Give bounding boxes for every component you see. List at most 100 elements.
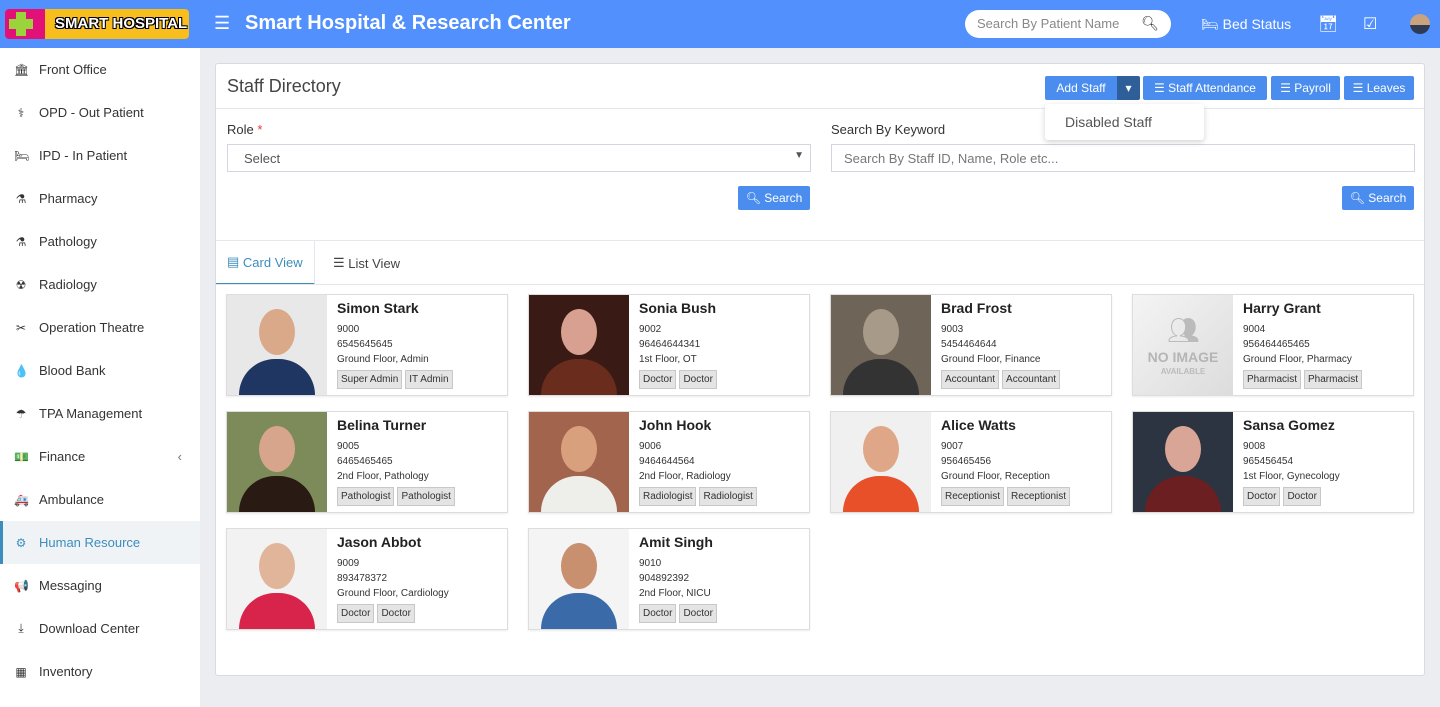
logo[interactable]: SMART HOSPITAL — [5, 9, 189, 39]
staff-name[interactable]: John Hook — [639, 417, 757, 439]
leaves-button[interactable]: ☰ Leaves — [1344, 76, 1414, 100]
page-title: Staff Directory — [227, 76, 341, 97]
staff-photo[interactable] — [529, 529, 629, 629]
role-badge: Receptionist — [1007, 487, 1070, 506]
sidebar-item-inventory[interactable]: ▦Inventory — [0, 650, 200, 693]
staff-photo[interactable] — [529, 412, 629, 512]
sidebar-icon: ⤓ — [14, 621, 28, 636]
role-badge: IT Admin — [405, 370, 452, 389]
role-badge: Doctor — [1283, 487, 1320, 506]
tab-card-view[interactable]: ▤ Card View — [216, 241, 315, 285]
keyword-search-button[interactable]: 🔍︎ Search — [1342, 186, 1414, 210]
staff-photo[interactable] — [1133, 412, 1233, 512]
search-icon[interactable]: 🔍︎ — [1141, 15, 1159, 32]
caret-down-icon: ▾ — [1125, 81, 1131, 95]
bed-status-button[interactable]: 🛏︎ Bed Status — [1201, 16, 1291, 33]
sidebar-item-front-office[interactable]: 🏛Front Office — [0, 48, 200, 91]
sidebar-icon: ⚕ — [14, 106, 28, 120]
staff-card[interactable]: Sansa Gomez90089654564541st Floor, Gynec… — [1132, 411, 1414, 513]
staff-name[interactable]: Jason Abbot — [337, 534, 449, 556]
sidebar-item-messaging[interactable]: 📢Messaging — [0, 564, 200, 607]
staff-card[interactable]: Jason Abbot9009893478372Ground Floor, Ca… — [226, 528, 508, 630]
staff-photo[interactable] — [529, 295, 629, 395]
search-label: Search — [764, 191, 802, 205]
role-badge: Pathologist — [337, 487, 394, 506]
patient-search: 🔍︎ — [965, 10, 1171, 38]
staff-name[interactable]: Brad Frost — [941, 300, 1060, 322]
staff-id: 9010 — [639, 556, 717, 571]
top-navbar: SMART HOSPITAL ☰ Smart Hospital & Resear… — [0, 0, 1440, 48]
staff-photo[interactable] — [227, 529, 327, 629]
staff-attendance-button[interactable]: ☰ Staff Attendance — [1143, 76, 1267, 100]
staff-location: Ground Floor, Reception — [941, 469, 1070, 484]
sidebar-item-ambulance[interactable]: 🚑Ambulance — [0, 478, 200, 521]
role-badge: Doctor — [377, 604, 414, 623]
payroll-label: Payroll — [1294, 81, 1331, 95]
staff-phone: 904892392 — [639, 571, 717, 586]
sidebar-item-blood-bank[interactable]: 💧Blood Bank — [0, 349, 200, 392]
add-staff-dropdown-toggle[interactable]: ▾ — [1117, 76, 1140, 100]
sidebar-item-operation-theatre[interactable]: ✂ Operation Theatre — [0, 306, 200, 349]
role-search-button[interactable]: 🔍︎ Search — [738, 186, 810, 210]
staff-id: 9003 — [941, 322, 1060, 337]
hamburger-menu-icon[interactable]: ☰ — [214, 13, 230, 34]
sidebar-item-label: Pharmacy — [39, 191, 98, 206]
staff-card[interactable]: John Hook900694646445642nd Floor, Radiol… — [528, 411, 810, 513]
staff-card[interactable]: 👥︎NO IMAGEAVAILABLEHarry Grant9004956464… — [1132, 294, 1414, 396]
keyword-search-input[interactable] — [831, 144, 1415, 172]
sidebar-item-pharmacy[interactable]: ⚗Pharmacy — [0, 177, 200, 220]
staff-directory-panel: Staff Directory Add Staff ▾ ☰ Staff Atte… — [215, 63, 1425, 676]
sidebar-item-finance[interactable]: 💵Finance‹ — [0, 435, 200, 478]
search-icon: 🔍︎ — [746, 191, 761, 205]
sidebar-item-label: OPD - Out Patient — [39, 105, 144, 120]
required-marker: * — [257, 122, 262, 137]
payroll-button[interactable]: ☰ Payroll — [1271, 76, 1340, 100]
sidebar-icon: ⚙ — [14, 536, 28, 550]
sidebar-icon: ✂ — [14, 321, 28, 335]
staff-card[interactable]: Amit Singh90109048923922nd Floor, NICUDo… — [528, 528, 810, 630]
staff-photo[interactable] — [227, 412, 327, 512]
sidebar-item-download-center[interactable]: ⤓Download Center — [0, 607, 200, 650]
tab-label: Card View — [243, 255, 303, 270]
user-avatar[interactable] — [1410, 14, 1430, 34]
staff-name[interactable]: Sonia Bush — [639, 300, 717, 322]
app-title: Smart Hospital & Research Center — [245, 12, 571, 35]
staff-card[interactable]: Alice Watts9007956465456Ground Floor, Re… — [830, 411, 1112, 513]
tab-list-view[interactable]: ☰ List View — [322, 241, 411, 285]
sidebar-item-label: Operation Theatre — [39, 320, 144, 335]
sidebar-item-tpa-management[interactable]: ☂TPA Management — [0, 392, 200, 435]
staff-location: Ground Floor, Admin — [337, 352, 453, 367]
staff-card[interactable]: Brad Frost90035454464644Ground Floor, Fi… — [830, 294, 1112, 396]
staff-name[interactable]: Sansa Gomez — [1243, 417, 1340, 439]
sidebar-item-ipd-in-patient[interactable]: 🛏IPD - In Patient — [0, 134, 200, 177]
role-select[interactable]: Select▼ — [227, 144, 811, 172]
staff-name[interactable]: Alice Watts — [941, 417, 1070, 439]
staff-photo[interactable] — [831, 412, 931, 512]
sidebar-item-opd-out-patient[interactable]: ⚕ OPD - Out Patient — [0, 91, 200, 134]
staff-phone: 956464465465 — [1243, 337, 1362, 352]
staff-photo[interactable] — [831, 295, 931, 395]
staff-name[interactable]: Belina Turner — [337, 417, 455, 439]
disabled-staff-menu-item[interactable]: Disabled Staff — [1045, 104, 1204, 140]
patient-search-input[interactable] — [977, 16, 1137, 31]
sidebar-item-pathology[interactable]: ⚗Pathology — [0, 220, 200, 263]
sidebar-icon: ▦ — [14, 665, 28, 679]
staff-name[interactable]: Harry Grant — [1243, 300, 1362, 322]
no-image-subtext: AVAILABLE — [1133, 367, 1233, 376]
sidebar-item-human-resource[interactable]: ⚙Human Resource — [0, 521, 200, 564]
search-label: Search — [1368, 191, 1406, 205]
staff-name[interactable]: Amit Singh — [639, 534, 717, 556]
staff-card[interactable]: Belina Turner900564654654652nd Floor, Pa… — [226, 411, 508, 513]
staff-location: 2nd Floor, Pathology — [337, 469, 455, 484]
staff-card[interactable]: Simon Stark90006545645645Ground Floor, A… — [226, 294, 508, 396]
role-badge: Doctor — [639, 604, 676, 623]
add-staff-button[interactable]: Add Staff — [1045, 76, 1117, 100]
task-check-icon[interactable]: ☑ — [1363, 14, 1377, 34]
calendar-icon[interactable]: 📅︎ — [1318, 14, 1338, 34]
staff-photo[interactable] — [227, 295, 327, 395]
staff-card[interactable]: Sonia Bush9002964646443411st Floor, OTDo… — [528, 294, 810, 396]
staff-name[interactable]: Simon Stark — [337, 300, 453, 322]
staff-phone: 965456454 — [1243, 454, 1340, 469]
sidebar-item-radiology[interactable]: ☢Radiology — [0, 263, 200, 306]
staff-phone: 9464644564 — [639, 454, 757, 469]
